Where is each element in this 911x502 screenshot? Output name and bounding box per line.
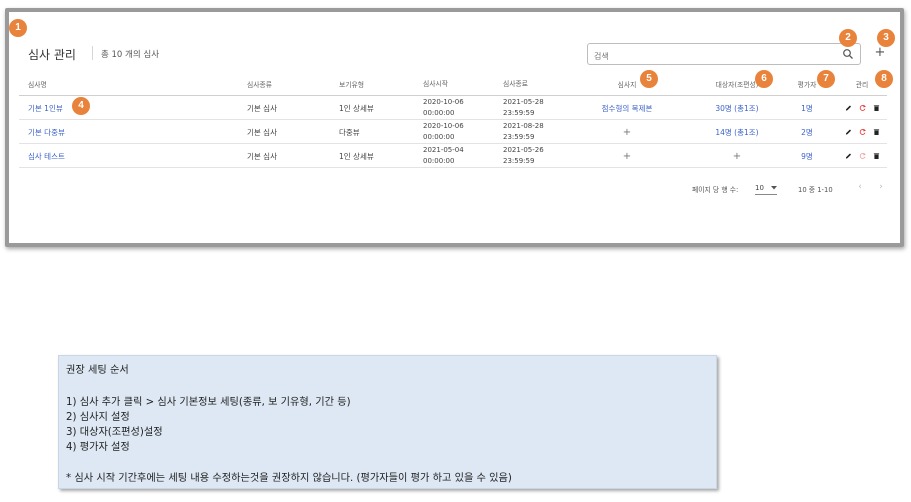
callout-badge: 3 bbox=[877, 29, 895, 47]
edit-icon[interactable] bbox=[845, 128, 852, 136]
start-date: 2020-10-06 bbox=[423, 122, 464, 130]
callout-badge: 4 bbox=[72, 97, 90, 115]
column-header-type[interactable]: 심사종류 bbox=[247, 72, 272, 96]
panel-header: 심사 관리 총 10 개의 심사 + bbox=[9, 12, 900, 72]
next-page-button[interactable]: › bbox=[876, 182, 886, 194]
end-time: 23:59:59 bbox=[503, 157, 535, 165]
column-header-start[interactable]: 심사시작 bbox=[423, 72, 448, 96]
title-divider bbox=[92, 46, 93, 60]
pagination: 페이지 당 행 수: 10 10 중 1-10 ‹ › bbox=[9, 180, 900, 200]
callout-badge: 8 bbox=[875, 70, 893, 88]
search-icon[interactable] bbox=[842, 48, 854, 60]
edit-icon[interactable] bbox=[845, 152, 852, 160]
end-date: 2021-08-28 bbox=[503, 122, 544, 130]
refresh-icon[interactable] bbox=[859, 104, 866, 112]
rows-per-page-select[interactable]: 10 bbox=[755, 181, 777, 195]
review-count: 총 10 개의 심사 bbox=[101, 50, 160, 60]
refresh-icon[interactable] bbox=[859, 128, 866, 136]
search-box[interactable] bbox=[587, 43, 861, 67]
end-datetime: 2021-05-26 23:59:59 bbox=[503, 144, 544, 168]
column-header-name[interactable]: 심사명 bbox=[28, 72, 47, 96]
recommended-setup-note: 권장 세팅 순서 1) 심사 추가 클릭 > 심사 기본정보 세팅(종류, 보 … bbox=[58, 355, 717, 489]
page-title: 심사 관리 bbox=[28, 48, 76, 62]
rows-per-page-label: 페이지 당 행 수: bbox=[692, 186, 739, 194]
note-title: 권장 세팅 순서 bbox=[66, 365, 129, 376]
start-time: 00:00:00 bbox=[423, 109, 455, 117]
note-step: 4) 평가자 설정 bbox=[66, 442, 130, 453]
view-type: 1인 상세뷰 bbox=[339, 103, 374, 113]
start-date: 2020-10-06 bbox=[423, 98, 464, 106]
add-sheet-button[interactable]: + bbox=[582, 144, 672, 168]
end-date: 2021-05-26 bbox=[503, 146, 544, 154]
view-type: 1인 상세뷰 bbox=[339, 151, 374, 161]
page-range: 10 중 1-10 bbox=[798, 186, 833, 194]
review-type: 기본 심사 bbox=[247, 127, 277, 137]
edit-icon[interactable] bbox=[845, 104, 852, 112]
table-row: 심사 테스트 기본 심사 1인 상세뷰 2021-05-04 00:00:00 2… bbox=[19, 144, 887, 168]
review-name-link[interactable]: 기본 1인뷰 bbox=[28, 96, 63, 120]
column-header-sheet[interactable]: 심사지 bbox=[582, 72, 672, 96]
note-step: 1) 심사 추가 클릭 > 심사 기본정보 세팅(종류, 보 기유형, 기간 등… bbox=[66, 397, 351, 408]
review-type: 기본 심사 bbox=[247, 151, 277, 161]
delete-icon[interactable] bbox=[873, 128, 880, 136]
row-actions bbox=[842, 144, 882, 168]
evaluators-link[interactable]: 2명 bbox=[787, 120, 827, 144]
table-row: 기본 다중뷰 기본 심사 다중뷰 2020-10-06 00:00:00 2021… bbox=[19, 120, 887, 144]
callout-badge: 6 bbox=[755, 70, 773, 88]
review-table: 심사명 심사종류 보기유형 심사시작 심사종료 심사지 대상자(조편성) 평가자… bbox=[19, 72, 887, 168]
add-review-button[interactable]: + bbox=[872, 45, 888, 61]
evaluators-link[interactable]: 9명 bbox=[787, 144, 827, 168]
review-type: 기본 심사 bbox=[247, 103, 277, 113]
sheet-link[interactable]: 점수형의 복제본 bbox=[582, 96, 672, 120]
end-datetime: 2021-08-28 23:59:59 bbox=[503, 120, 544, 144]
start-datetime: 2020-10-06 00:00:00 bbox=[423, 120, 464, 144]
view-type: 다중뷰 bbox=[339, 127, 360, 137]
note-warning: * 심사 시작 기간후에는 세팅 내용 수정하는것을 권장하지 않습니다. (평… bbox=[66, 473, 512, 484]
caret-down-icon bbox=[771, 185, 777, 189]
end-time: 23:59:59 bbox=[503, 133, 535, 141]
callout-badge: 1 bbox=[9, 19, 27, 37]
evaluators-link[interactable]: 1명 bbox=[787, 96, 827, 120]
callout-badge: 2 bbox=[839, 29, 857, 47]
end-time: 23:59:59 bbox=[503, 109, 535, 117]
targets-link[interactable]: 30명 (총1조) bbox=[692, 96, 782, 120]
callout-badge: 7 bbox=[817, 70, 835, 88]
delete-icon[interactable] bbox=[873, 104, 880, 112]
column-header-end[interactable]: 심사종료 bbox=[503, 72, 528, 96]
refresh-icon[interactable] bbox=[859, 152, 866, 160]
start-datetime: 2021-05-04 00:00:00 bbox=[423, 144, 464, 168]
note-step: 3) 대상자(조편성)설정 bbox=[66, 427, 163, 438]
start-time: 00:00:00 bbox=[423, 133, 455, 141]
review-management-panel: 심사 관리 총 10 개의 심사 + 심사명 심사종류 보기유형 심사시작 심사… bbox=[9, 12, 900, 243]
start-date: 2021-05-04 bbox=[423, 146, 464, 154]
end-datetime: 2021-05-28 23:59:59 bbox=[503, 96, 544, 120]
row-actions bbox=[842, 120, 882, 144]
rows-per-page-value: 10 bbox=[755, 183, 764, 192]
add-targets-button[interactable]: + bbox=[692, 144, 782, 168]
table-row: 기본 1인뷰 기본 심사 1인 상세뷰 2020-10-06 00:00:00 2… bbox=[19, 96, 887, 120]
add-sheet-button[interactable]: + bbox=[582, 120, 672, 144]
start-time: 00:00:00 bbox=[423, 157, 455, 165]
review-name-link[interactable]: 심사 테스트 bbox=[28, 144, 65, 168]
delete-icon[interactable] bbox=[873, 152, 880, 160]
targets-link[interactable]: 14명 (총1조) bbox=[692, 120, 782, 144]
column-header-view[interactable]: 보기유형 bbox=[339, 72, 364, 96]
prev-page-button[interactable]: ‹ bbox=[855, 182, 865, 194]
end-date: 2021-05-28 bbox=[503, 98, 544, 106]
review-name-link[interactable]: 기본 다중뷰 bbox=[28, 120, 65, 144]
search-input[interactable] bbox=[594, 46, 834, 67]
callout-badge: 5 bbox=[640, 70, 658, 88]
row-actions bbox=[842, 96, 882, 120]
start-datetime: 2020-10-06 00:00:00 bbox=[423, 96, 464, 120]
note-step: 2) 심사지 설정 bbox=[66, 412, 130, 423]
